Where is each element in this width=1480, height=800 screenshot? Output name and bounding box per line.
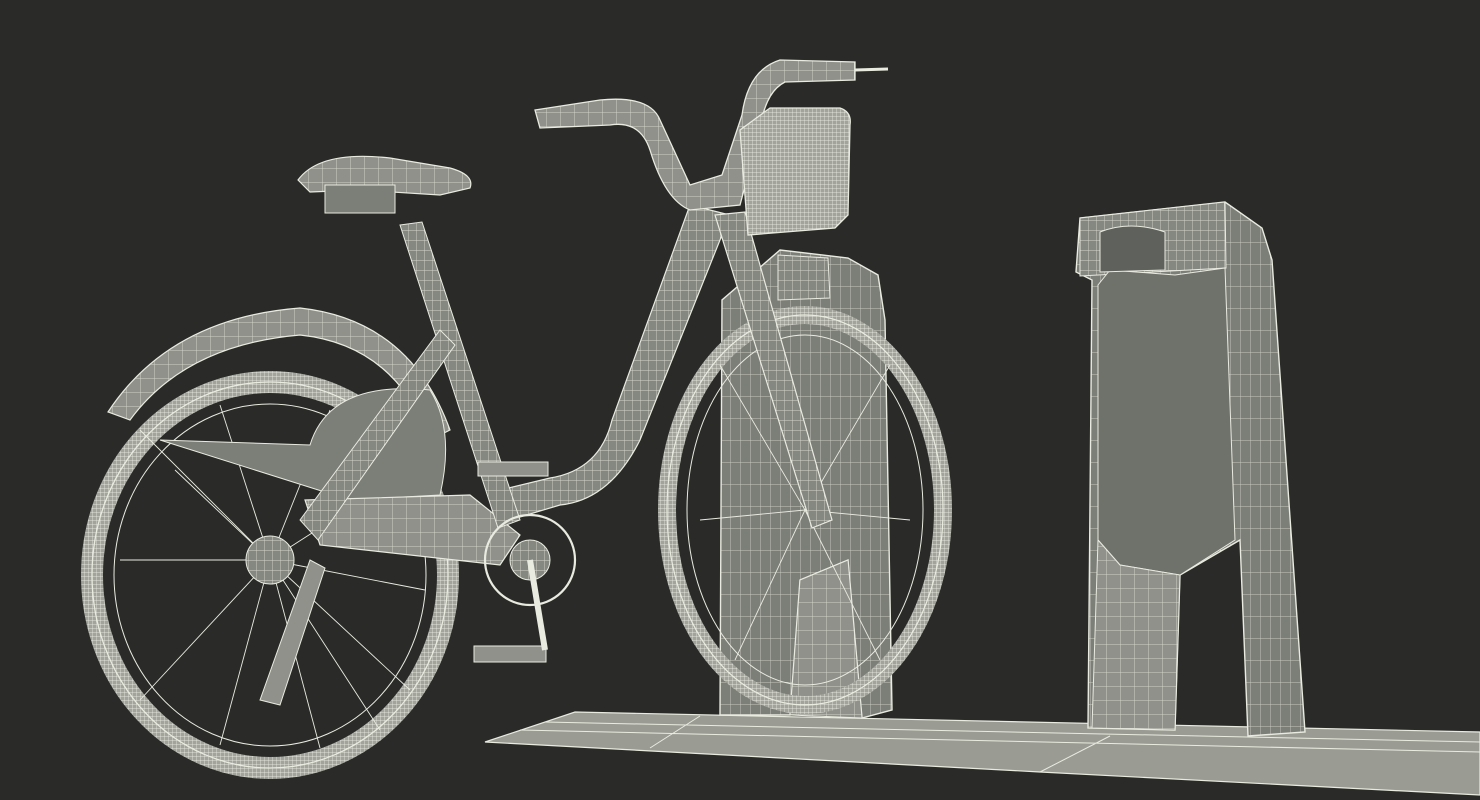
render-viewport <box>0 0 1480 800</box>
front-basket <box>739 107 851 236</box>
wireframe-render <box>81 59 1480 796</box>
empty-docking-post <box>1075 201 1306 737</box>
saddle <box>297 155 472 214</box>
base-plate <box>484 711 1480 796</box>
